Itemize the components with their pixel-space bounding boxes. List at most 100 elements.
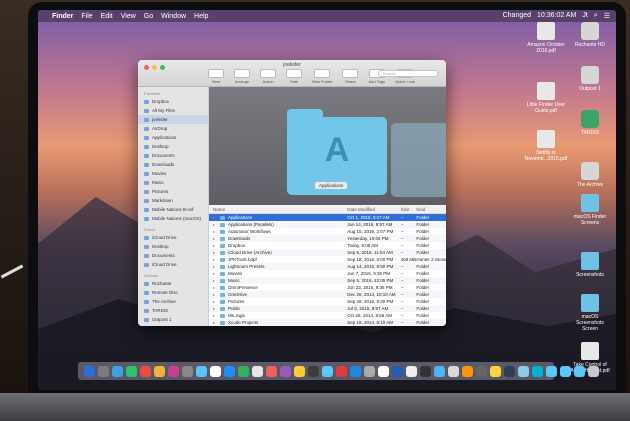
desktop-icon[interactable]: Outpost 1	[568, 66, 612, 92]
dock-app-icon[interactable]	[350, 365, 361, 377]
sidebar-item[interactable]: Mobile Nations (macOS)	[138, 214, 208, 223]
menu-window[interactable]: Window	[161, 13, 186, 20]
desktop-icon[interactable]: Little Finder User Guide.pdf	[524, 82, 568, 114]
table-row[interactable]: ▸ Downloads Yesterday, 10:06 PM -- Folder	[209, 235, 446, 242]
sidebar-item[interactable]: AirDrop	[138, 124, 208, 133]
menu-edit[interactable]: Edit	[101, 13, 113, 20]
sidebar-item[interactable]: TARDIS	[138, 306, 208, 315]
disclosure-triangle-icon[interactable]: ▸	[213, 271, 217, 276]
dock-app-icon[interactable]	[462, 365, 473, 377]
dock-app-icon[interactable]	[154, 365, 165, 377]
disclosure-triangle-icon[interactable]: ▸	[213, 299, 217, 304]
notification-icon[interactable]: ☰	[604, 12, 610, 20]
toolbar-item[interactable]: Path	[286, 69, 302, 84]
disclosure-triangle-icon[interactable]: ▸	[213, 257, 217, 262]
disclosure-triangle-icon[interactable]: ▸	[213, 243, 217, 248]
table-row[interactable]: ▸ Xcode Projects Sep 18, 2014, 9:10 AM -- Fo…	[209, 319, 446, 326]
sidebar-item[interactable]: Dropbox	[138, 97, 208, 106]
table-row[interactable]: ▸ Automator Workflows Aug 15, 2016, 2:07 P…	[209, 228, 446, 235]
disclosure-triangle-icon[interactable]: ▸	[213, 285, 217, 290]
dock-app-icon[interactable]	[294, 365, 305, 377]
dock-app-icon[interactable]	[518, 365, 529, 377]
status-changed[interactable]: Changed	[503, 12, 531, 20]
desktop-icon[interactable]: Amazon October 2016.pdf	[524, 22, 568, 54]
sidebar-item[interactable]: The Archive	[138, 297, 208, 306]
table-row[interactable]: ▸ Movies Jun 7, 2016, 9:36 PM -- Folder	[209, 270, 446, 277]
dock-app-icon[interactable]	[560, 365, 571, 377]
menu-go[interactable]: Go	[144, 13, 153, 20]
disclosure-triangle-icon[interactable]: ▸	[213, 215, 217, 220]
dock-app-icon[interactable]	[252, 365, 263, 377]
disclosure-triangle-icon[interactable]: ▸	[213, 306, 217, 311]
column-size[interactable]: Size	[401, 207, 417, 212]
sidebar-item[interactable]: Pictures	[138, 187, 208, 196]
dock-app-icon[interactable]	[546, 365, 557, 377]
dock-app-icon[interactable]	[504, 365, 515, 377]
menu-file[interactable]: File	[81, 13, 92, 20]
desktop-icon[interactable]: Netflix in Novemb...2016.pdf	[524, 130, 568, 162]
desktop-icon[interactable]: Rochante HD	[568, 22, 612, 48]
dock-app-icon[interactable]	[308, 365, 319, 377]
menu-view[interactable]: View	[121, 13, 136, 20]
dock-app-icon[interactable]	[476, 365, 487, 377]
sidebar-item[interactable]: joeksfer	[138, 115, 208, 124]
dock-app-icon[interactable]	[588, 365, 599, 377]
dock-app-icon[interactable]	[98, 365, 109, 377]
disclosure-triangle-icon[interactable]: ▸	[213, 250, 217, 255]
sidebar-item[interactable]: Mobile Nations B-roll	[138, 205, 208, 214]
sidebar-item[interactable]: Documents	[138, 251, 208, 260]
dock-app-icon[interactable]	[112, 365, 123, 377]
desktop-icon[interactable]: macOS Screenshots Screen	[568, 294, 612, 332]
desktop-icon[interactable]: macOS Finder Screens	[568, 194, 612, 226]
sidebar-item[interactable]: Music	[138, 178, 208, 187]
table-row[interactable]: ▸ Ms.Jugs Oct 26, 2014, 8:55 AM -- Folder	[209, 312, 446, 319]
sidebar-item[interactable]: Movies	[138, 169, 208, 178]
sidebar-item[interactable]: iCloud Drive	[138, 260, 208, 269]
next-folder-preview[interactable]	[391, 123, 446, 197]
disclosure-triangle-icon[interactable]: ▸	[213, 264, 217, 269]
toolbar-item[interactable]: Action	[260, 69, 276, 84]
dock-app-icon[interactable]	[238, 365, 249, 377]
table-row[interactable]: ▸ Public Jul 8, 2016, 8:57 AM -- Folder	[209, 305, 446, 312]
dock-app-icon[interactable]	[406, 365, 417, 377]
disclosure-triangle-icon[interactable]: ▸	[213, 236, 217, 241]
sidebar-item[interactable]: Downloads	[138, 160, 208, 169]
table-row[interactable]: ▸ Applications (Parallels) Jun 14, 2016, 8…	[209, 221, 446, 228]
table-row[interactable]: ▸ Dropbox Today, 9:08 AM -- Folder	[209, 242, 446, 249]
sidebar-item[interactable]: Remote Disc	[138, 288, 208, 297]
spotlight-icon[interactable]: ⌕	[594, 12, 598, 20]
dock-app-icon[interactable]	[266, 365, 277, 377]
disclosure-triangle-icon[interactable]: ▸	[213, 313, 217, 318]
table-row[interactable]: ▸ OmniPresence Jun 23, 2016, 9:36 PM -- Fold…	[209, 284, 446, 291]
menu-clock[interactable]: 10:36:02 AM	[537, 12, 576, 20]
menu-app-name[interactable]: Finder	[52, 13, 73, 20]
search-input[interactable]: Search	[378, 70, 438, 77]
disclosure-triangle-icon[interactable]: ▸	[213, 278, 217, 283]
table-row[interactable]: ▸ Lightroom Presets Aug 14, 2016, 8:50 PM -…	[209, 263, 446, 270]
table-row[interactable]: ▸ Applications Oct 1, 2016, 8:17 AM -- Folde…	[209, 214, 446, 221]
dock-app-icon[interactable]	[434, 365, 445, 377]
sidebar-item[interactable]: All My Files	[138, 106, 208, 115]
dock-app-icon[interactable]	[322, 365, 333, 377]
sidebar-item[interactable]: Documents	[138, 151, 208, 160]
dock-app-icon[interactable]	[364, 365, 375, 377]
sidebar-item[interactable]: Outpost 1	[138, 315, 208, 324]
disclosure-triangle-icon[interactable]: ▸	[213, 222, 217, 227]
column-kind[interactable]: Kind	[416, 207, 446, 212]
dock-app-icon[interactable]	[532, 365, 543, 377]
table-row[interactable]: ▸ iCloud Drive (Archive) Sep 6, 2016, 11:5…	[209, 249, 446, 256]
column-name[interactable]: Name	[209, 207, 347, 212]
window-titlebar[interactable]: joeksfer View Arrange Action Path New Folder…	[138, 60, 446, 87]
toolbar-item[interactable]: View	[208, 69, 224, 84]
dock-app-icon[interactable]	[196, 365, 207, 377]
dock-app-icon[interactable]	[126, 365, 137, 377]
dock-app-icon[interactable]	[280, 365, 291, 377]
dock-app-icon[interactable]	[168, 365, 179, 377]
dock-app-icon[interactable]	[392, 365, 403, 377]
dock-app-icon[interactable]	[336, 365, 347, 377]
dock-app-icon[interactable]	[224, 365, 235, 377]
dock-app-icon[interactable]	[448, 365, 459, 377]
toolbar-item[interactable]: Share	[342, 69, 359, 84]
sidebar-item[interactable]: Markdown	[138, 196, 208, 205]
column-date-modified[interactable]: Date Modified	[347, 207, 400, 212]
